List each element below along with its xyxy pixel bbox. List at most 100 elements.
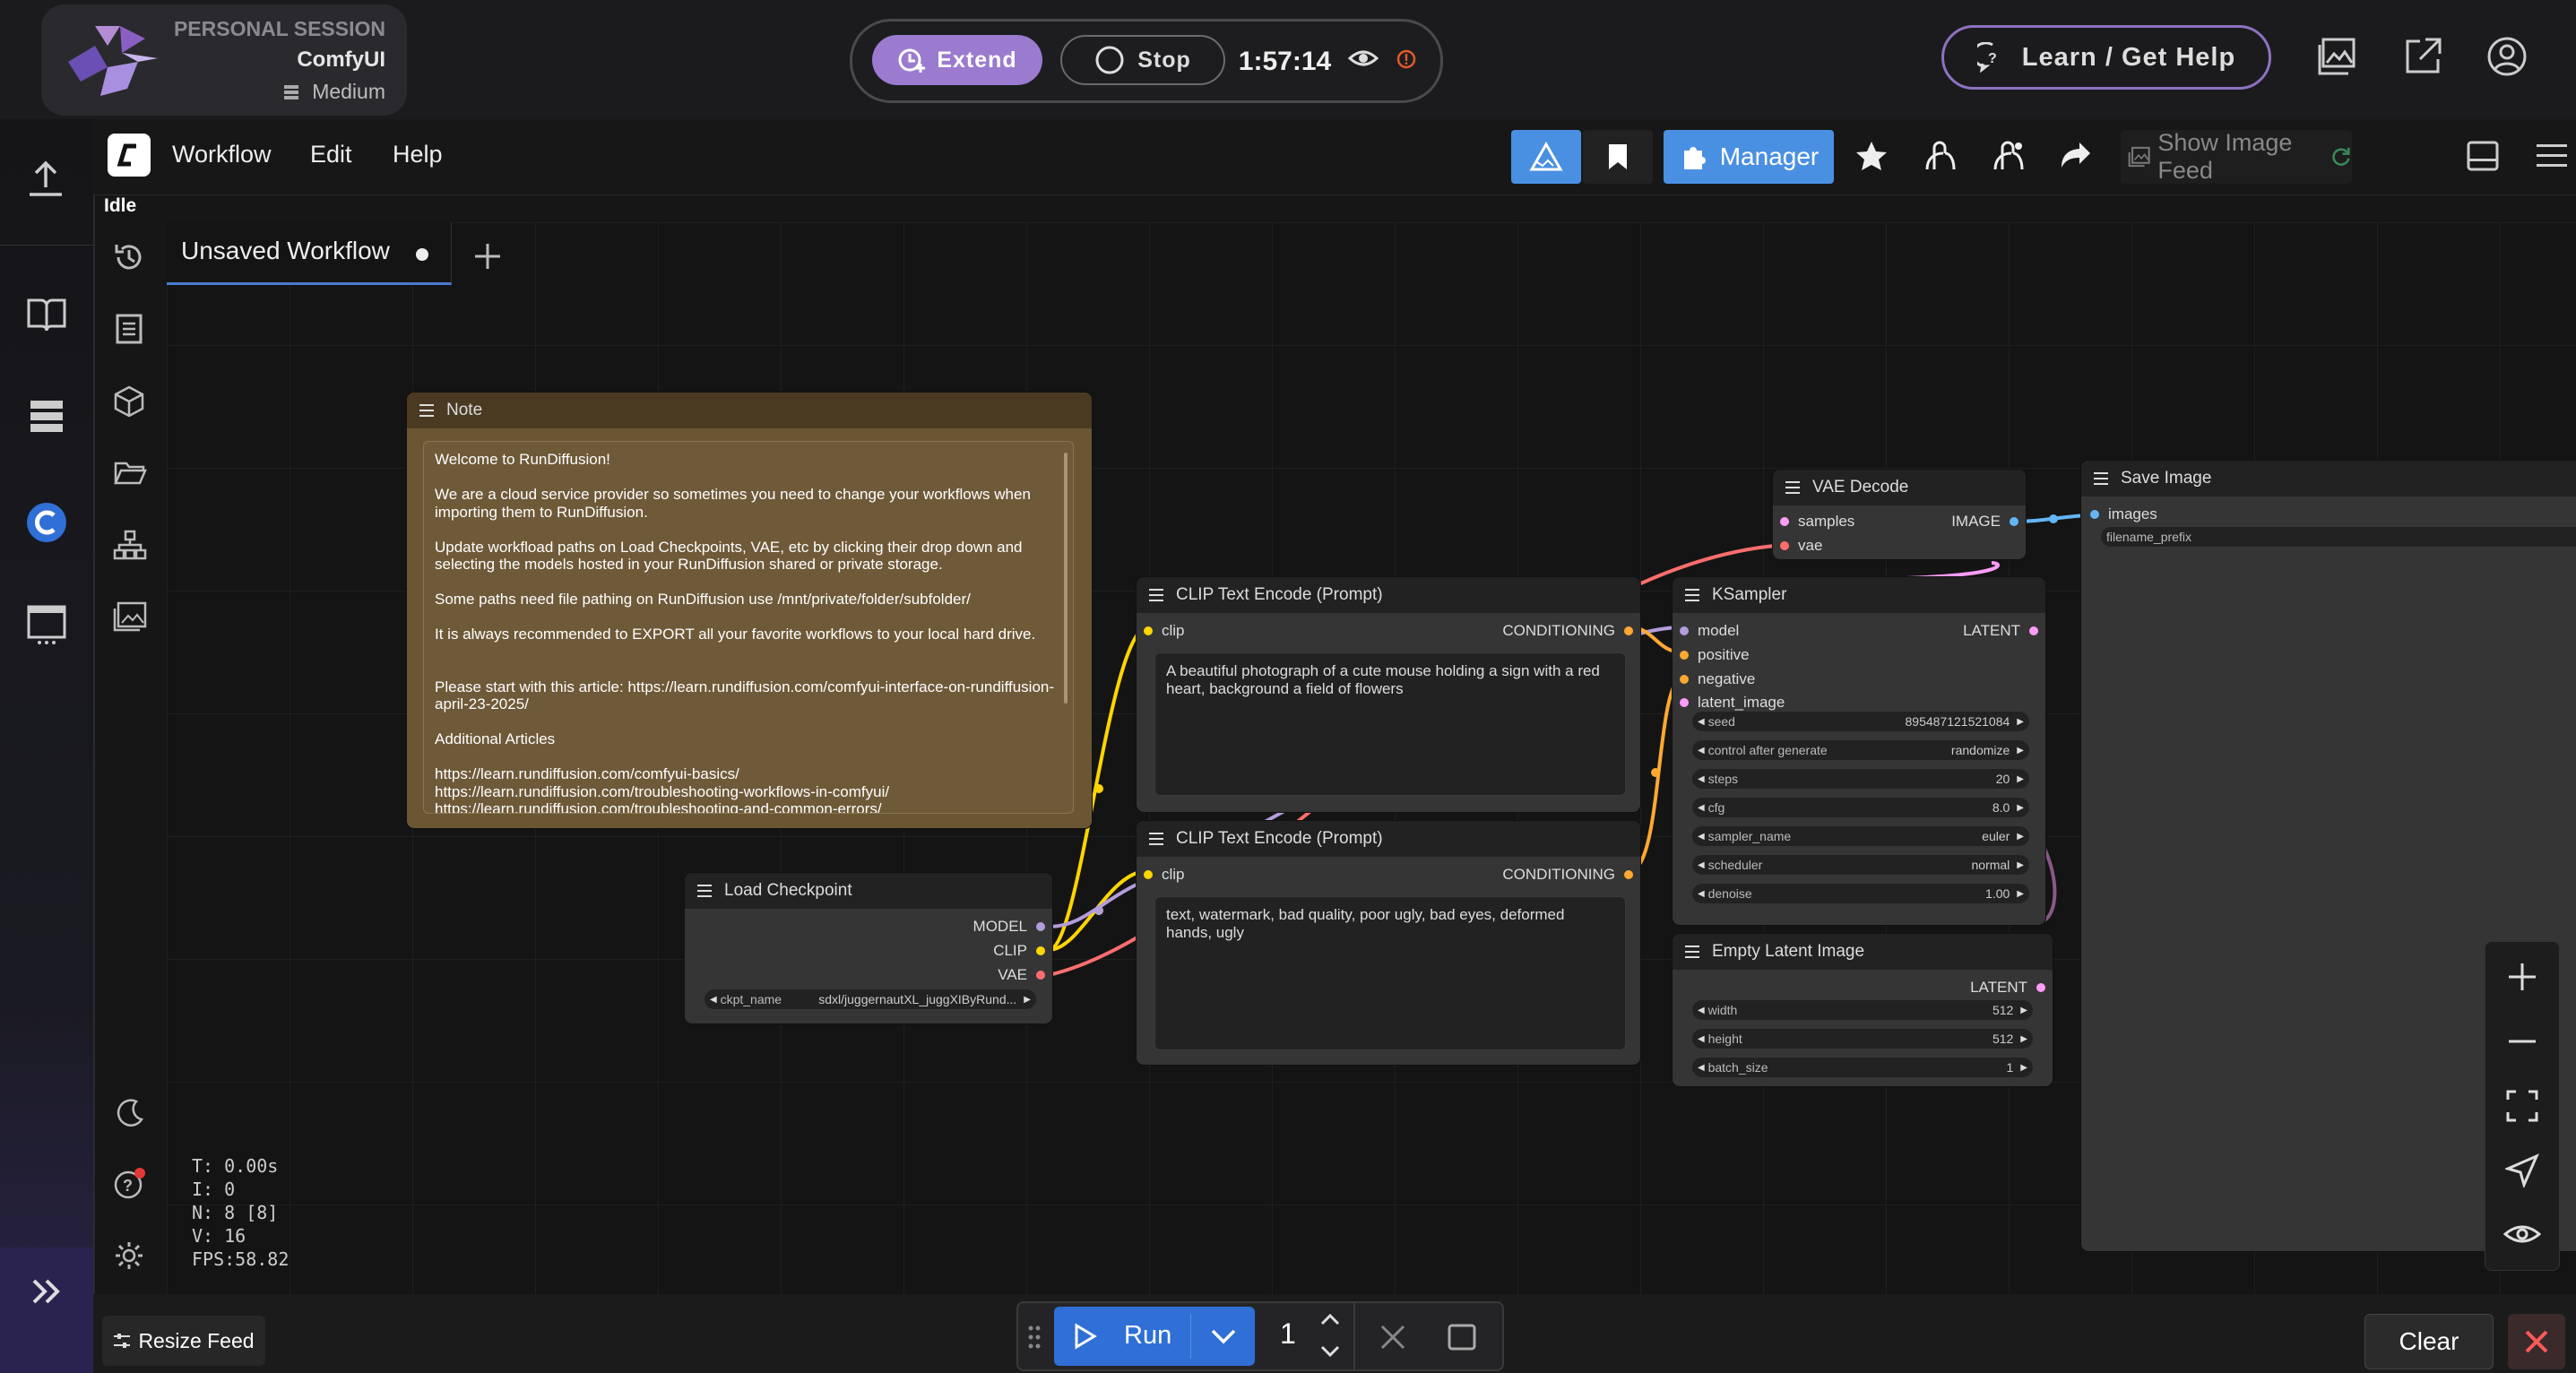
note-scrollbar[interactable] — [1064, 453, 1068, 704]
node-header[interactable]: Save Image — [2081, 461, 2576, 497]
note-node[interactable]: Note Welcome to RunDiffusion! We are a c… — [407, 393, 1092, 828]
bookmark-button[interactable] — [1583, 130, 1653, 184]
upload-icon[interactable] — [25, 159, 66, 200]
output-model[interactable]: MODEL — [973, 918, 1045, 936]
input-model[interactable]: model — [1680, 622, 1739, 640]
sampler-name-widget[interactable]: ◀ sampler_name euler ▶ — [1692, 826, 2029, 846]
output-conditioning[interactable]: CONDITIONING — [1502, 622, 1633, 640]
book-open-icon[interactable] — [25, 295, 68, 334]
output-conditioning[interactable]: CONDITIONING — [1502, 866, 1633, 884]
node-branch-icon[interactable] — [1922, 137, 1958, 173]
batch-count-input[interactable]: 1 — [1280, 1317, 1296, 1351]
unsaved-dot-icon[interactable] — [416, 248, 428, 261]
node-menu-icon[interactable] — [419, 404, 434, 417]
cfg-widget[interactable]: ◀ cfg 8.0 ▶ — [1692, 798, 2029, 817]
cube-icon[interactable] — [113, 384, 145, 419]
learn-help-button[interactable]: ? Learn / Get Help — [1941, 25, 2271, 90]
output-latent[interactable]: LATENT — [1963, 622, 2038, 640]
node-header[interactable]: Load Checkpoint — [685, 873, 1052, 909]
cancel-x-icon[interactable] — [1379, 1323, 1407, 1351]
graph-canvas[interactable]: Note Welcome to RunDiffusion! We are a c… — [167, 222, 2576, 1294]
prompt-textarea[interactable]: text, watermark, bad quality, poor ugly,… — [1154, 896, 1626, 1050]
clip-text-encode-negative-node[interactable]: CLIP Text Encode (Prompt) clip CONDITION… — [1137, 821, 1640, 1065]
star-icon[interactable] — [1854, 139, 1889, 175]
stop-square-icon[interactable] — [1447, 1323, 1477, 1351]
comfyui-app-icon[interactable] — [25, 501, 68, 544]
load-checkpoint-node[interactable]: Load Checkpoint MODEL CLIP VAE ◀ ckpt_na… — [685, 873, 1052, 1023]
scheduler-widget[interactable]: ◀ scheduler normal ▶ — [1692, 855, 2029, 875]
select-mode-icon[interactable] — [2505, 1153, 2539, 1187]
comfy-logo-icon[interactable] — [108, 134, 151, 177]
width-widget[interactable]: ◀ width 512 ▶ — [1692, 1000, 2033, 1020]
node-menu-icon[interactable] — [1149, 589, 1163, 601]
input-samples[interactable]: samples — [1780, 513, 1854, 531]
menu-edit[interactable]: Edit — [310, 141, 352, 168]
input-clip[interactable]: clip — [1144, 622, 1185, 640]
folder-open-icon[interactable] — [113, 458, 147, 487]
batch-size-widget[interactable]: ◀ batch_size 1 ▶ — [1692, 1058, 2033, 1077]
ckpt-name-combo[interactable]: ◀ ckpt_name sdxl/juggernautXL_juggXIByRun… — [705, 989, 1036, 1009]
toggle-links-eye-icon[interactable] — [2503, 1220, 2541, 1248]
monitor-icon[interactable] — [25, 603, 68, 646]
increment-chevron-up-icon[interactable] — [1319, 1312, 1341, 1326]
fit-view-icon[interactable] — [2505, 1089, 2539, 1123]
eye-icon[interactable] — [1348, 46, 1379, 71]
share-arrow-icon[interactable] — [2058, 139, 2094, 171]
node-branch-alt-icon[interactable] — [1990, 137, 2026, 173]
node-header[interactable]: Note — [407, 393, 1092, 428]
output-clip[interactable]: CLIP — [993, 942, 1045, 960]
zoom-in-icon[interactable] — [2505, 960, 2539, 994]
moon-icon[interactable] — [115, 1098, 145, 1128]
node-header[interactable]: VAE Decode — [1773, 470, 2026, 505]
note-textarea[interactable]: Welcome to RunDiffusion! We are a cloud … — [423, 441, 1074, 814]
node-tree-icon[interactable] — [113, 530, 147, 560]
account-icon[interactable] — [2486, 36, 2528, 77]
drag-handle-icon[interactable] — [1027, 1325, 1042, 1350]
menu-workflow[interactable]: Workflow — [172, 141, 272, 168]
output-vae[interactable]: VAE — [998, 966, 1045, 984]
control-after-generate-widget[interactable]: ◀ control after generate randomize ▶ — [1692, 740, 2029, 760]
double-chevron-right-icon[interactable] — [30, 1278, 63, 1305]
filename-prefix-widget[interactable]: filename_prefix — [2101, 527, 2576, 547]
zoom-out-icon[interactable] — [2505, 1024, 2539, 1058]
denoise-widget[interactable]: ◀ denoise 1.00 ▶ — [1692, 884, 2029, 903]
node-menu-icon[interactable] — [1685, 946, 1699, 958]
node-header[interactable]: CLIP Text Encode (Prompt) — [1137, 577, 1640, 613]
decrement-chevron-down-icon[interactable] — [1319, 1344, 1341, 1359]
node-header[interactable]: Empty Latent Image — [1673, 934, 2053, 970]
stop-button[interactable]: Stop — [1060, 35, 1225, 85]
input-negative[interactable]: negative — [1680, 670, 1755, 688]
settings-gear-icon[interactable] — [113, 1239, 145, 1272]
help-center-icon[interactable]: ? — [113, 1166, 147, 1200]
output-image[interactable]: IMAGE — [1951, 513, 2018, 531]
resize-feed-button[interactable]: Resize Feed — [102, 1316, 265, 1366]
output-latent[interactable]: LATENT — [1970, 979, 2045, 997]
tab-unsaved-workflow[interactable]: Unsaved Workflow — [167, 222, 452, 285]
vae-decode-node[interactable]: VAE Decode samples vae IMAGE — [1773, 470, 2026, 559]
node-menu-icon[interactable] — [697, 885, 712, 897]
node-menu-icon[interactable] — [1149, 833, 1163, 845]
chevron-down-icon[interactable] — [1210, 1328, 1237, 1344]
model-library-button[interactable] — [1511, 130, 1581, 184]
menu-help[interactable]: Help — [393, 141, 443, 168]
extend-button[interactable]: Extend — [872, 35, 1042, 85]
warning-icon[interactable] — [1396, 49, 1416, 69]
history-icon[interactable] — [113, 241, 145, 273]
empty-latent-image-node[interactable]: Empty Latent Image LATENT ◀ width 512 ▶ ◀ … — [1673, 934, 2053, 1086]
ksampler-node[interactable]: KSampler model positive negative latent_… — [1673, 577, 2045, 925]
gallery-icon[interactable] — [2316, 36, 2357, 77]
queue-list-icon[interactable] — [115, 313, 143, 345]
run-button[interactable]: Run — [1054, 1307, 1255, 1366]
steps-widget[interactable]: ◀ steps 20 ▶ — [1692, 769, 2029, 789]
list-icon[interactable] — [27, 397, 66, 436]
prompt-textarea[interactable]: A beautiful photograph of a cute mouse h… — [1154, 652, 1626, 796]
clip-text-encode-positive-node[interactable]: CLIP Text Encode (Prompt) clip CONDITION… — [1137, 577, 1640, 812]
node-header[interactable]: CLIP Text Encode (Prompt) — [1137, 821, 1640, 857]
seed-widget[interactable]: ◀ seed 895487121521084 ▶ — [1692, 712, 2029, 731]
input-latent-image[interactable]: latent_image — [1680, 694, 1785, 712]
clear-button[interactable]: Clear — [2364, 1314, 2494, 1369]
panel-bottom-icon[interactable] — [2467, 141, 2499, 171]
input-positive[interactable]: positive — [1680, 646, 1750, 664]
hamburger-menu-icon[interactable] — [2535, 142, 2569, 169]
node-menu-icon[interactable] — [2094, 472, 2108, 485]
